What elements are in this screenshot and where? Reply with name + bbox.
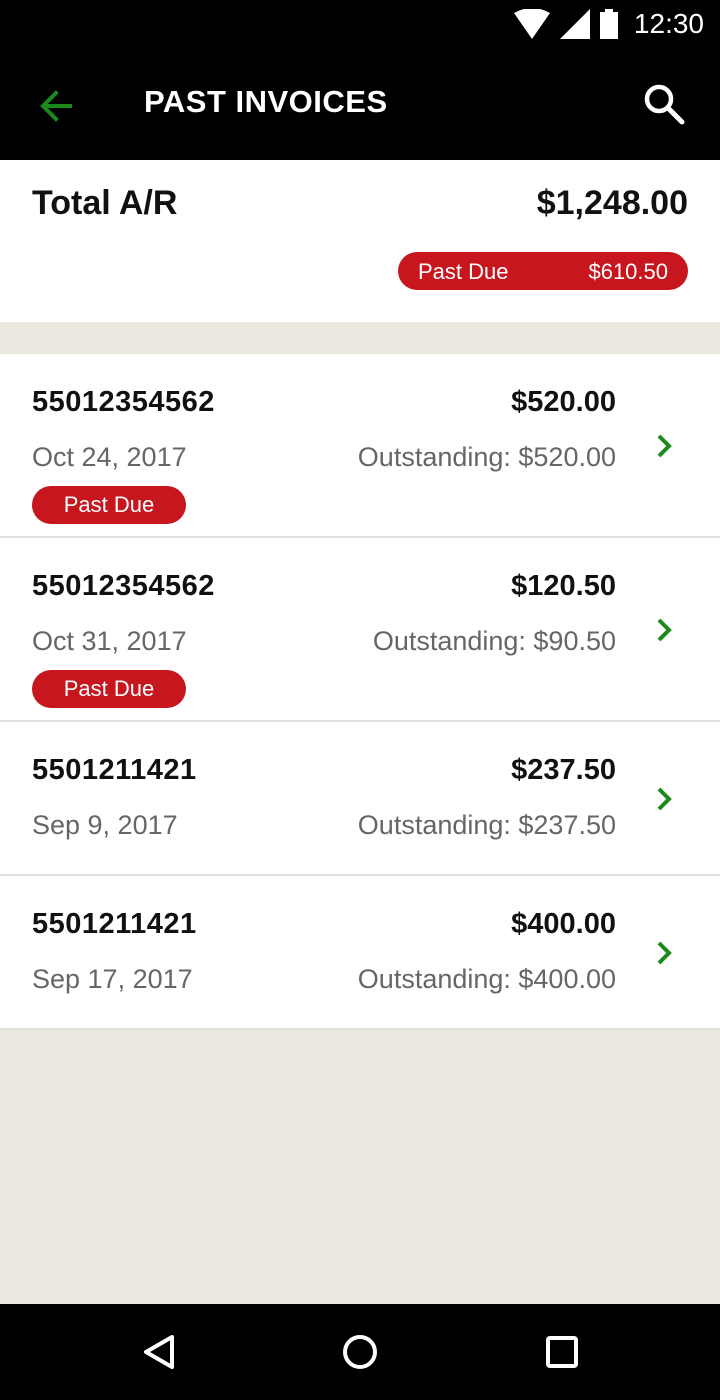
past-due-summary-label: Past Due [418, 259, 509, 284]
invoice-amount: $400.00 [511, 908, 616, 940]
signal-icon [559, 9, 590, 39]
back-triangle-icon[interactable] [140, 1332, 180, 1372]
ar-summary: Total A/R $1,248.00 Past Due $610.50 [0, 160, 720, 322]
invoice-outstanding: Outstanding: $400.00 [357, 964, 616, 994]
invoice-number: 55012354562 [32, 570, 215, 602]
invoice-date: Oct 24, 2017 [32, 442, 187, 472]
status-time: 12:30 [633, 8, 704, 39]
invoice-outstanding: Outstanding: $520.00 [357, 442, 616, 472]
invoice-outstanding: Outstanding: $237.50 [357, 810, 616, 840]
invoice-row[interactable]: 5501211421 $237.50 Sep 9, 2017 Outstandi… [0, 722, 720, 876]
invoice-number: 5501211421 [32, 754, 197, 786]
past-due-badge: Past Due [32, 670, 186, 708]
invoice-row[interactable]: 5501211421 $400.00 Sep 17, 2017 Outstand… [0, 876, 720, 1030]
invoice-amount: $237.50 [511, 754, 616, 786]
invoice-number: 5501211421 [32, 908, 197, 940]
chevron-right-icon[interactable] [650, 432, 678, 460]
chevron-right-icon[interactable] [650, 616, 678, 644]
home-circle-icon[interactable] [340, 1332, 380, 1372]
past-due-badge: Past Due [32, 486, 186, 524]
invoice-amount: $120.50 [511, 570, 616, 602]
invoice-row[interactable]: 55012354562 $120.50 Oct 31, 2017 Outstan… [0, 538, 720, 722]
recents-square-icon[interactable] [542, 1332, 582, 1372]
invoice-row[interactable]: 55012354562 $520.00 Oct 24, 2017 Outstan… [0, 354, 720, 538]
chevron-right-icon[interactable] [650, 939, 678, 967]
total-ar-label: Total A/R [32, 184, 178, 222]
invoice-number: 55012354562 [32, 386, 215, 418]
page-title: PAST INVOICES [144, 84, 388, 119]
status-bar: 12:30 [0, 0, 720, 52]
search-icon[interactable] [642, 82, 686, 126]
past-due-summary-badge: Past Due $610.50 [398, 252, 688, 290]
invoice-list: 55012354562 $520.00 Oct 24, 2017 Outstan… [0, 354, 720, 1030]
total-ar-amount: $1,248.00 [536, 184, 688, 222]
invoice-date: Oct 31, 2017 [32, 626, 187, 656]
battery-icon [599, 9, 618, 39]
invoice-date: Sep 17, 2017 [32, 964, 193, 994]
wifi-icon [513, 9, 550, 39]
app-bar: PAST INVOICES [0, 52, 720, 160]
invoice-date: Sep 9, 2017 [32, 810, 178, 840]
invoice-amount: $520.00 [511, 386, 616, 418]
invoice-outstanding: Outstanding: $90.50 [372, 626, 616, 656]
past-due-summary-amount: $610.50 [588, 259, 668, 284]
chevron-right-icon[interactable] [650, 785, 678, 813]
arrow-left-icon[interactable] [36, 86, 76, 126]
system-nav-bar [0, 1304, 720, 1400]
